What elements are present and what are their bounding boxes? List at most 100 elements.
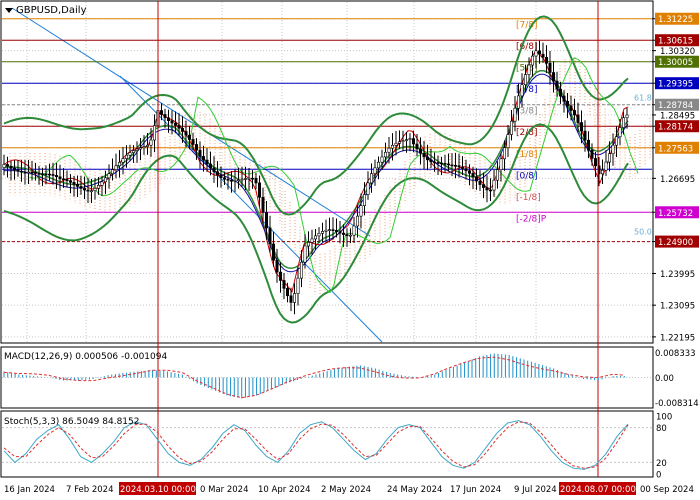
fib-label: 61.8	[634, 94, 652, 103]
candle-body	[625, 114, 629, 119]
candle-body	[251, 177, 255, 180]
x-tick-label: 17 Jun 2024	[450, 485, 501, 495]
candle-body	[520, 84, 524, 97]
candle-body	[534, 50, 538, 57]
candle-body	[16, 169, 20, 172]
stoch-tick-label: 20	[656, 459, 667, 469]
candle-body	[383, 151, 387, 158]
candle-body	[233, 179, 237, 182]
candle-body	[373, 167, 377, 174]
candle-body	[446, 163, 450, 166]
candle-body	[565, 100, 569, 107]
candle-body	[167, 117, 171, 121]
candle-body	[429, 159, 433, 163]
candle-body	[47, 173, 51, 176]
candle-body	[390, 145, 394, 149]
candle-body	[174, 122, 178, 126]
candle-body	[394, 142, 398, 146]
candle-body	[502, 147, 506, 160]
candle-body	[513, 107, 517, 122]
candle-body	[240, 178, 244, 181]
fib-label: 50.0	[634, 228, 652, 237]
candle-body	[369, 173, 373, 184]
candle-body	[555, 80, 559, 90]
candle-body	[324, 229, 328, 232]
candle-body	[230, 179, 234, 182]
candle-body	[481, 184, 485, 188]
candle-body	[303, 245, 307, 263]
candle-body	[359, 205, 363, 217]
stoch-title: Stoch(5,3,3) 86.5049 84.8152	[4, 417, 139, 427]
candle-body	[331, 229, 335, 231]
candle-body	[320, 231, 324, 234]
candle-body	[460, 166, 464, 169]
candle-body	[264, 212, 268, 229]
candle-body	[583, 130, 587, 141]
candle-body	[163, 114, 167, 119]
candle-body	[593, 158, 597, 167]
candle-body	[506, 134, 510, 149]
x-tick-label: 24 May 2024	[387, 485, 442, 495]
candle-body	[271, 243, 275, 261]
candle-body	[310, 238, 314, 243]
x-tick-label: 00 Sep 2024	[640, 485, 694, 495]
macd-title: MACD(12,26,9) 0.000506 -0.001094	[4, 352, 167, 362]
candle-body	[558, 88, 562, 97]
candle-body	[590, 149, 594, 159]
candle-body	[338, 231, 342, 234]
candle-body	[436, 162, 440, 164]
candle-body	[282, 280, 286, 289]
price-tag-label: 1.25732	[658, 209, 693, 219]
candle-body	[401, 140, 405, 143]
candle-body	[114, 165, 118, 170]
trading-chart[interactable]: [7/8][6/8][5/8][4/8][3/8][2/8][1/8][0/8]…	[0, 0, 700, 500]
murrey-label: [-1/8]	[516, 193, 541, 203]
candle-body	[562, 95, 566, 102]
x-tick-label: 16 Jan 2024	[4, 485, 55, 495]
candle-body	[509, 120, 513, 135]
candle-body	[97, 185, 101, 189]
price-tick-label: 1.22195	[660, 333, 695, 343]
candle-body	[341, 232, 345, 235]
candle-body	[191, 139, 195, 145]
candle-body	[415, 143, 419, 150]
candle-body	[90, 190, 94, 192]
candle-body	[457, 165, 461, 168]
candle-body	[160, 110, 164, 115]
candle-body	[537, 50, 541, 55]
murrey-label: [-2/8]P	[516, 214, 547, 224]
candle-body	[548, 62, 552, 73]
candle-body	[268, 227, 272, 245]
candle-body	[576, 114, 580, 123]
candle-body	[334, 230, 338, 232]
candle-body	[170, 120, 174, 124]
candle-body	[523, 74, 527, 86]
candle-body	[184, 131, 188, 136]
candle-body	[464, 168, 468, 172]
candle-body	[121, 158, 125, 163]
candle-body	[530, 55, 534, 66]
x-tick-label: 2024.08.07 00:00	[560, 485, 636, 495]
x-tick-label: 2 May 2024	[321, 485, 371, 495]
candle-body	[79, 186, 83, 189]
candle-body	[93, 188, 97, 191]
candle-body	[128, 152, 132, 156]
candle-body	[443, 163, 447, 165]
candle-body	[495, 169, 499, 181]
candle-body	[579, 122, 583, 132]
candle-body	[37, 172, 41, 175]
candle-body	[58, 176, 62, 180]
price-tag-label: 1.31225	[658, 15, 693, 25]
candle-body	[432, 161, 436, 164]
candle-body	[23, 171, 27, 174]
candle-body	[474, 176, 478, 182]
price-tag-label: 1.29395	[658, 80, 693, 90]
candle-body	[285, 288, 289, 297]
price-tick-label: 1.30320	[660, 47, 695, 57]
candle-body	[471, 173, 475, 178]
candle-body	[216, 171, 220, 176]
candle-body	[366, 182, 370, 195]
price-tick-label: 1.23995	[660, 270, 695, 280]
candle-body	[100, 181, 104, 186]
candle-body	[135, 148, 139, 151]
